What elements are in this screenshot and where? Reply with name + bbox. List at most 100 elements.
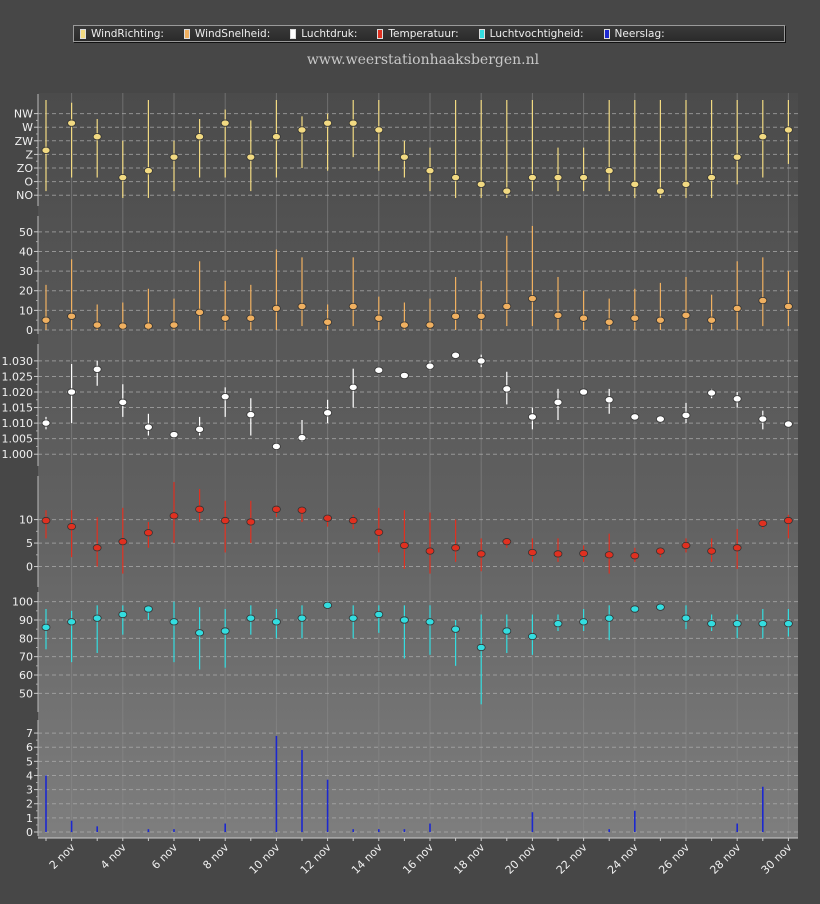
data-point [169,431,179,439]
data-point [630,605,640,613]
y-tick-label: 20 [19,285,33,298]
data-point [656,316,665,324]
y-tick-label: 10 [19,514,33,527]
data-point [476,643,486,652]
x-tick-label: 12 nov [298,841,334,877]
data-point [143,529,153,537]
y-tick-label: 100 [12,596,33,609]
data-point [553,620,563,628]
data-point [732,544,742,552]
y-tick-label: 6 [26,741,33,754]
x-tick-label: 28 nov [707,841,743,877]
data-point [41,623,51,631]
y-tick-label: 2 [26,798,33,811]
data-point [195,308,205,316]
data-point [92,544,102,552]
data-point [297,126,307,134]
x-tick-label: 20 nov [503,841,539,877]
data-point [528,632,537,641]
data-point [220,627,230,635]
y-tick-label: W [22,121,33,134]
data-point [169,512,179,520]
data-point [220,119,230,127]
y-tick-label: 1.015 [2,402,34,415]
data-point [246,153,256,161]
data-point [656,415,665,423]
legend-label: Luchtvochtigheid: [489,27,584,40]
y-tick-label: 1.000 [2,448,34,461]
y-tick-label: NW [14,108,33,121]
data-point [425,547,435,555]
data-point [348,119,358,127]
y-tick-label: 40 [19,245,33,258]
y-tick-label: 1 [26,812,33,825]
data-point [348,516,358,525]
y-tick-label: 1.020 [2,386,34,399]
data-point [707,547,716,555]
data-point [604,396,614,404]
data-point [553,550,563,558]
data-point [630,180,640,188]
data-point [425,362,435,370]
legend-entry-0: WindRichting: [80,28,164,40]
data-point [528,413,537,421]
y-tick-label: ZO [17,162,34,175]
x-tick-label: 30 nov [759,841,795,877]
legend-entry-1: WindSnelheid: [183,27,271,40]
x-tick-label: 24 nov [605,841,641,877]
x-tick-label: 16 nov [400,841,436,877]
legend-swatch [290,28,297,39]
data-point [451,173,461,182]
data-point [553,398,563,406]
y-tick-label: ZW [15,135,34,148]
y-tick-label: 0 [26,826,33,839]
data-point [41,316,51,324]
data-point [67,119,76,127]
data-point [374,314,384,322]
data-point [656,603,665,611]
data-point [502,385,512,393]
data-point [399,371,409,380]
data-point [92,321,102,329]
data-point [348,614,358,622]
legend-swatch [478,28,485,39]
legend-swatch [603,28,610,39]
data-point [348,383,358,391]
y-tick-label: 4 [26,769,33,782]
data-point [195,629,205,637]
data-point [630,413,640,421]
data-point [604,614,614,622]
data-point [784,420,793,428]
y-tick-label: 90 [19,614,33,627]
data-point [271,133,281,141]
y-tick-label: 80 [19,632,33,645]
y-tick-label: 60 [19,669,33,682]
legend-label: WindSnelheid: [194,27,271,40]
data-point [579,314,588,322]
data-point [92,133,102,141]
data-point [143,322,153,330]
data-point [528,548,537,557]
data-point [246,614,256,622]
data-point [297,506,307,514]
y-tick-label: 1.025 [2,370,34,383]
data-point [476,312,486,320]
y-tick-label: 1.010 [2,417,34,430]
data-point [732,153,742,161]
data-point [67,312,76,320]
data-point [476,357,486,365]
data-point [451,312,461,320]
data-point [143,605,153,613]
data-point [323,119,333,127]
data-point [681,180,691,188]
data-point [579,173,588,182]
data-point [143,167,153,175]
data-point [399,541,409,550]
data-point [271,442,281,451]
data-point [707,389,716,397]
legend-entry-4: Luchtvochtigheid: [478,27,584,40]
data-point [169,321,179,329]
data-point [451,544,461,552]
data-point [399,616,409,624]
y-tick-label: 5 [26,755,33,768]
